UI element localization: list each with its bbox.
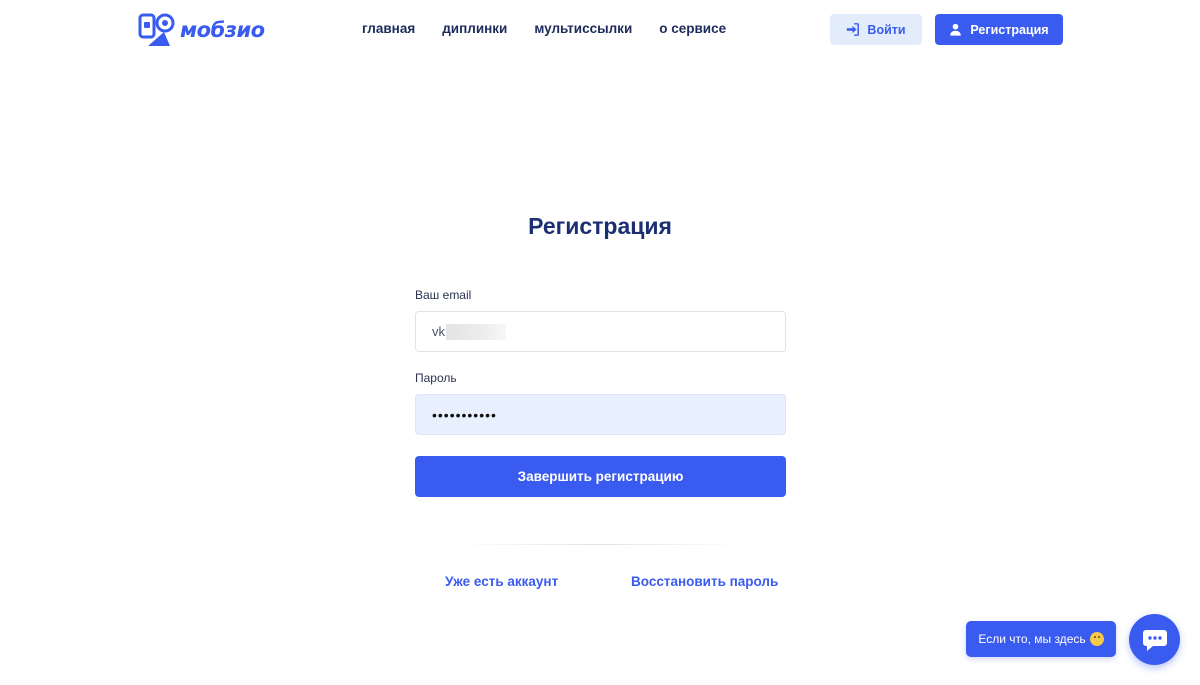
chat-open-button[interactable] (1129, 614, 1180, 665)
register-button-label: Регистрация (970, 22, 1049, 37)
restore-password-link[interactable]: Восстановить пароль (631, 574, 778, 589)
nav-item-deeplinks[interactable]: диплинки (442, 21, 507, 36)
complete-registration-button[interactable]: Завершить регистрацию (415, 456, 786, 497)
smile-emoji-icon (1089, 632, 1104, 646)
main-nav: главная диплинки мультиссылки о сервисе (362, 21, 726, 36)
login-button[interactable]: Войти (830, 14, 922, 45)
sign-in-icon (847, 23, 860, 36)
register-button[interactable]: Регистрация (935, 14, 1063, 45)
chat-greeting-text: Если что, мы здесь (978, 632, 1086, 646)
password-field[interactable]: ••••••••••• (415, 394, 786, 435)
nav-item-about[interactable]: о сервисе (659, 21, 726, 36)
login-button-label: Войти (867, 22, 906, 37)
logo-icon (138, 13, 175, 46)
email-value: vk (432, 324, 445, 339)
redacted-region (446, 323, 506, 340)
page-title: Регистрация (528, 213, 672, 239)
have-account-link[interactable]: Уже есть аккаунт (445, 574, 558, 589)
logo[interactable]: мобзио (138, 12, 265, 48)
divider (455, 544, 745, 545)
email-field[interactable]: vk (415, 311, 786, 352)
chat-greeting-bubble[interactable]: Если что, мы здесь (966, 621, 1116, 657)
password-value: ••••••••••• (432, 406, 497, 423)
user-icon (950, 23, 962, 36)
email-label: Ваш email (415, 288, 472, 302)
nav-item-home[interactable]: главная (362, 21, 415, 36)
logo-text: мобзио (180, 18, 265, 42)
site-header: мобзио главная диплинки мультиссылки о с… (0, 0, 1200, 60)
registration-page: мобзио главная диплинки мультиссылки о с… (0, 0, 1200, 685)
password-label: Пароль (415, 371, 457, 385)
chat-icon (1142, 629, 1167, 651)
nav-item-multilinks[interactable]: мультиссылки (534, 21, 632, 36)
